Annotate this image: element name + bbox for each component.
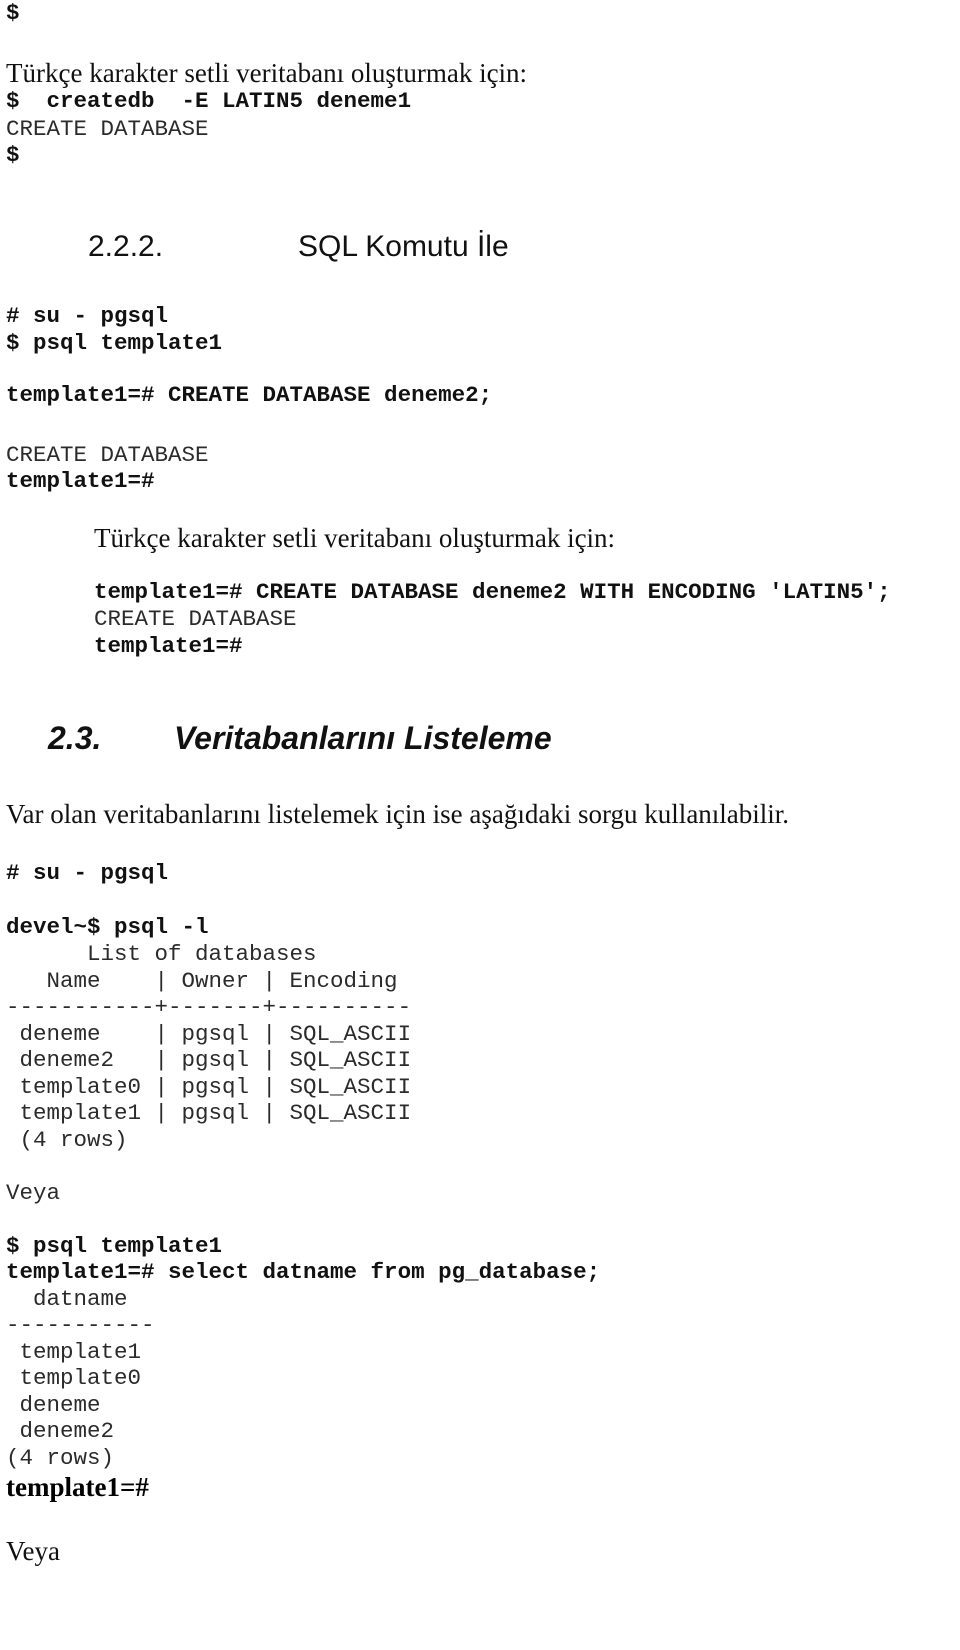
table-row: deneme2 | pgsql | SQL_ASCII [6,1047,412,1073]
su-command: # su - pgsql [6,303,169,329]
psql-command: $ psql template1 [6,1233,223,1259]
create-database-command: template1=# CREATE DATABASE deneme2; [6,382,493,408]
table-row: template1 | pgsql | SQL_ASCII [6,1100,412,1126]
row-count: (4 rows) [6,1127,128,1153]
document-page: { "section_a": { "prompt_top": "$", "tur… [0,0,960,1650]
psql-prompt: template1=# [6,468,155,494]
section-title: SQL Komutu İle [298,230,509,263]
section-number: 2.3. [48,720,102,756]
query-row: template0 [6,1365,142,1391]
turkish-charset-note: Türkçe karakter setli veritabanı oluştur… [94,523,616,553]
turkish-charset-note: Türkçe karakter setli veritabanı oluştur… [6,58,528,88]
table-header: Name | Owner | Encoding [6,968,398,994]
table-row: template0 | pgsql | SQL_ASCII [6,1074,412,1100]
query-header: datname [6,1286,128,1312]
psql-command: $ psql template1 [6,330,223,356]
psql-prompt: template1=# [94,633,243,659]
row-count: (4 rows) [6,1445,115,1471]
createdb-command: $ createdb -E LATIN5 deneme1 [6,88,412,114]
shell-prompt: $ [6,0,20,26]
create-database-encoding-command: template1=# CREATE DATABASE deneme2 WITH… [94,579,891,605]
table-separator: -----------+-------+---------- [6,994,412,1020]
table-title: List of databases [6,941,317,967]
create-database-output: CREATE DATABASE [94,606,297,632]
section-title: Veritabanlarını Listeleme [174,720,552,756]
listing-intro: Var olan veritabanlarını listelemek için… [6,799,790,829]
or-label: Veya [6,1536,60,1566]
su-command: # su - pgsql [6,860,169,886]
query-row: template1 [6,1339,142,1365]
select-datname-command: template1=# select datname from pg_datab… [6,1259,601,1285]
query-row: deneme [6,1392,101,1418]
section-number: 2.2.2. [88,230,164,263]
table-row: deneme | pgsql | SQL_ASCII [6,1021,412,1047]
create-database-output: CREATE DATABASE [6,116,209,142]
create-database-output: CREATE DATABASE [6,442,209,468]
psql-prompt: template1=# [6,1472,149,1502]
or-label: Veya [6,1180,61,1206]
psql-list-command: devel~$ psql -l [6,914,209,940]
query-separator: ----------- [6,1312,155,1338]
shell-prompt: $ [6,142,20,168]
query-row: deneme2 [6,1418,115,1444]
